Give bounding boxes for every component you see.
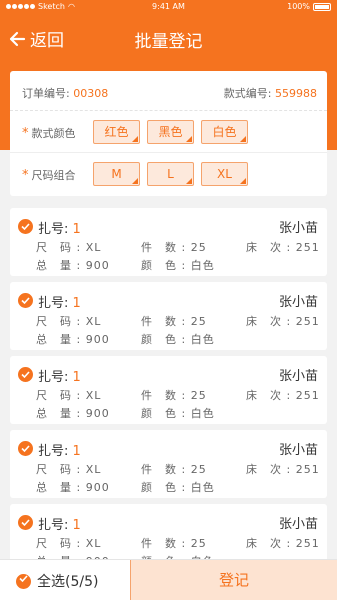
- detail-bed: 床 次 : 251: [246, 389, 320, 402]
- detail-count: 件 数 : 25: [141, 315, 207, 328]
- detail-color: 颜 色 : 白色: [141, 481, 215, 494]
- checkbox-checked-icon[interactable]: [18, 367, 33, 382]
- size-chip-m[interactable]: M: [93, 162, 140, 186]
- detail-size: 尺 码 : XL: [36, 315, 102, 328]
- status-bar: Sketch ◠ 9:41 AM 100%: [0, 0, 337, 14]
- select-all-label: 全选(5/5): [37, 574, 99, 590]
- worker-name: 张小苗: [278, 443, 318, 458]
- worker-name: 张小苗: [278, 517, 318, 532]
- detail-size: 尺 码 : XL: [36, 241, 102, 254]
- bundle-number-value: 1: [72, 296, 81, 311]
- worker-name: 张小苗: [278, 369, 318, 384]
- page-title: 批量登记: [134, 32, 203, 52]
- size-chip-l[interactable]: L: [147, 162, 194, 186]
- color-chip-black[interactable]: 黑色: [147, 120, 194, 144]
- order-card: 订单编号: 00308 款式编号: 559988 * 款式颜色 红色 黑色 白色 …: [10, 71, 327, 196]
- style-number-label: 款式编号:: [223, 87, 272, 100]
- detail-count: 件 数 : 25: [141, 241, 207, 254]
- detail-bed: 床 次 : 251: [246, 315, 320, 328]
- order-info-row: 订单编号: 00308 款式编号: 559988: [10, 71, 327, 111]
- battery-percent: 100%: [287, 2, 310, 11]
- detail-bed: 床 次 : 251: [246, 463, 320, 476]
- detail-count: 件 数 : 25: [141, 389, 207, 402]
- color-option-label: * 款式颜色: [22, 125, 76, 141]
- detail-size: 尺 码 : XL: [36, 463, 102, 476]
- checkbox-checked-icon[interactable]: [18, 515, 33, 530]
- select-all-toggle[interactable]: 全选(5/5): [16, 571, 98, 591]
- detail-color: 颜 色 : 白色: [141, 333, 215, 346]
- detail-color: 颜 色 : 白色: [141, 407, 215, 420]
- bundle-item[interactable]: 扎号: 1 张小苗 尺 码 : XL 件 数 : 25 床 次 : 251 总 …: [10, 208, 327, 276]
- bundle-number-value: 1: [72, 370, 81, 385]
- detail-count: 件 数 : 25: [141, 537, 207, 550]
- bundle-number: 扎号: 1: [38, 440, 81, 459]
- style-number: 款式编号: 559988: [224, 85, 317, 101]
- checkbox-checked-icon[interactable]: [18, 441, 33, 456]
- battery-icon: [313, 2, 331, 11]
- order-number: 订单编号: 00308: [22, 85, 108, 101]
- color-chip-white[interactable]: 白色: [201, 120, 248, 144]
- bundle-number-value: 1: [72, 222, 81, 237]
- color-option-text: 款式颜色: [31, 127, 76, 140]
- checkbox-checked-icon[interactable]: [18, 293, 33, 308]
- bundle-number-label: 扎号:: [38, 296, 69, 311]
- bundle-number: 扎号: 1: [38, 514, 81, 533]
- navbar: 返回 批量登记: [0, 24, 337, 54]
- bundle-number: 扎号: 1: [38, 366, 81, 385]
- bundle-number-label: 扎号:: [38, 444, 69, 459]
- bundle-number-value: 1: [72, 444, 81, 459]
- worker-name: 张小苗: [278, 221, 318, 236]
- bundle-number-label: 扎号:: [38, 518, 69, 533]
- status-right: 100%: [287, 2, 331, 11]
- order-number-value: 00308: [73, 87, 109, 100]
- bundle-number-label: 扎号:: [38, 222, 69, 237]
- size-chip-xl[interactable]: XL: [201, 162, 248, 186]
- detail-total: 总 量 : 900: [36, 481, 110, 494]
- detail-bed: 床 次 : 251: [246, 537, 320, 550]
- register-button[interactable]: 登记: [130, 560, 337, 600]
- required-star-icon: *: [22, 168, 29, 183]
- detail-size: 尺 码 : XL: [36, 389, 102, 402]
- detail-total: 总 量 : 900: [36, 407, 110, 420]
- bundle-number-label: 扎号:: [38, 370, 69, 385]
- detail-color: 颜 色 : 白色: [141, 259, 215, 272]
- required-star-icon: *: [22, 126, 29, 141]
- detail-size: 尺 码 : XL: [36, 537, 102, 550]
- checkbox-checked-icon[interactable]: [16, 573, 31, 589]
- order-number-label: 订单编号:: [22, 87, 70, 100]
- size-option-row: * 尺码组合 M L XL: [10, 155, 327, 195]
- color-chip-red[interactable]: 红色: [93, 120, 140, 144]
- style-number-value: 559988: [275, 87, 317, 100]
- bundle-number-value: 1: [72, 518, 81, 533]
- bundle-number: 扎号: 1: [38, 218, 81, 237]
- detail-total: 总 量 : 900: [36, 259, 110, 272]
- color-option-row: * 款式颜色 红色 黑色 白色: [10, 113, 327, 153]
- bundle-number: 扎号: 1: [38, 292, 81, 311]
- checkbox-checked-icon[interactable]: [18, 219, 33, 234]
- size-option-text: 尺码组合: [31, 169, 76, 182]
- bottom-bar: 全选(5/5) 登记: [0, 559, 337, 600]
- detail-total: 总 量 : 900: [36, 333, 110, 346]
- bundle-item[interactable]: 扎号: 1 张小苗 尺 码 : XL 件 数 : 25 床 次 : 251 总 …: [10, 430, 327, 498]
- bundle-item[interactable]: 扎号: 1 张小苗 尺 码 : XL 件 数 : 25 床 次 : 251 总 …: [10, 282, 327, 350]
- worker-name: 张小苗: [278, 295, 318, 310]
- detail-count: 件 数 : 25: [141, 463, 207, 476]
- size-option-label: * 尺码组合: [22, 167, 76, 183]
- bundle-item[interactable]: 扎号: 1 张小苗 尺 码 : XL 件 数 : 25 床 次 : 251 总 …: [10, 356, 327, 424]
- detail-bed: 床 次 : 251: [246, 241, 320, 254]
